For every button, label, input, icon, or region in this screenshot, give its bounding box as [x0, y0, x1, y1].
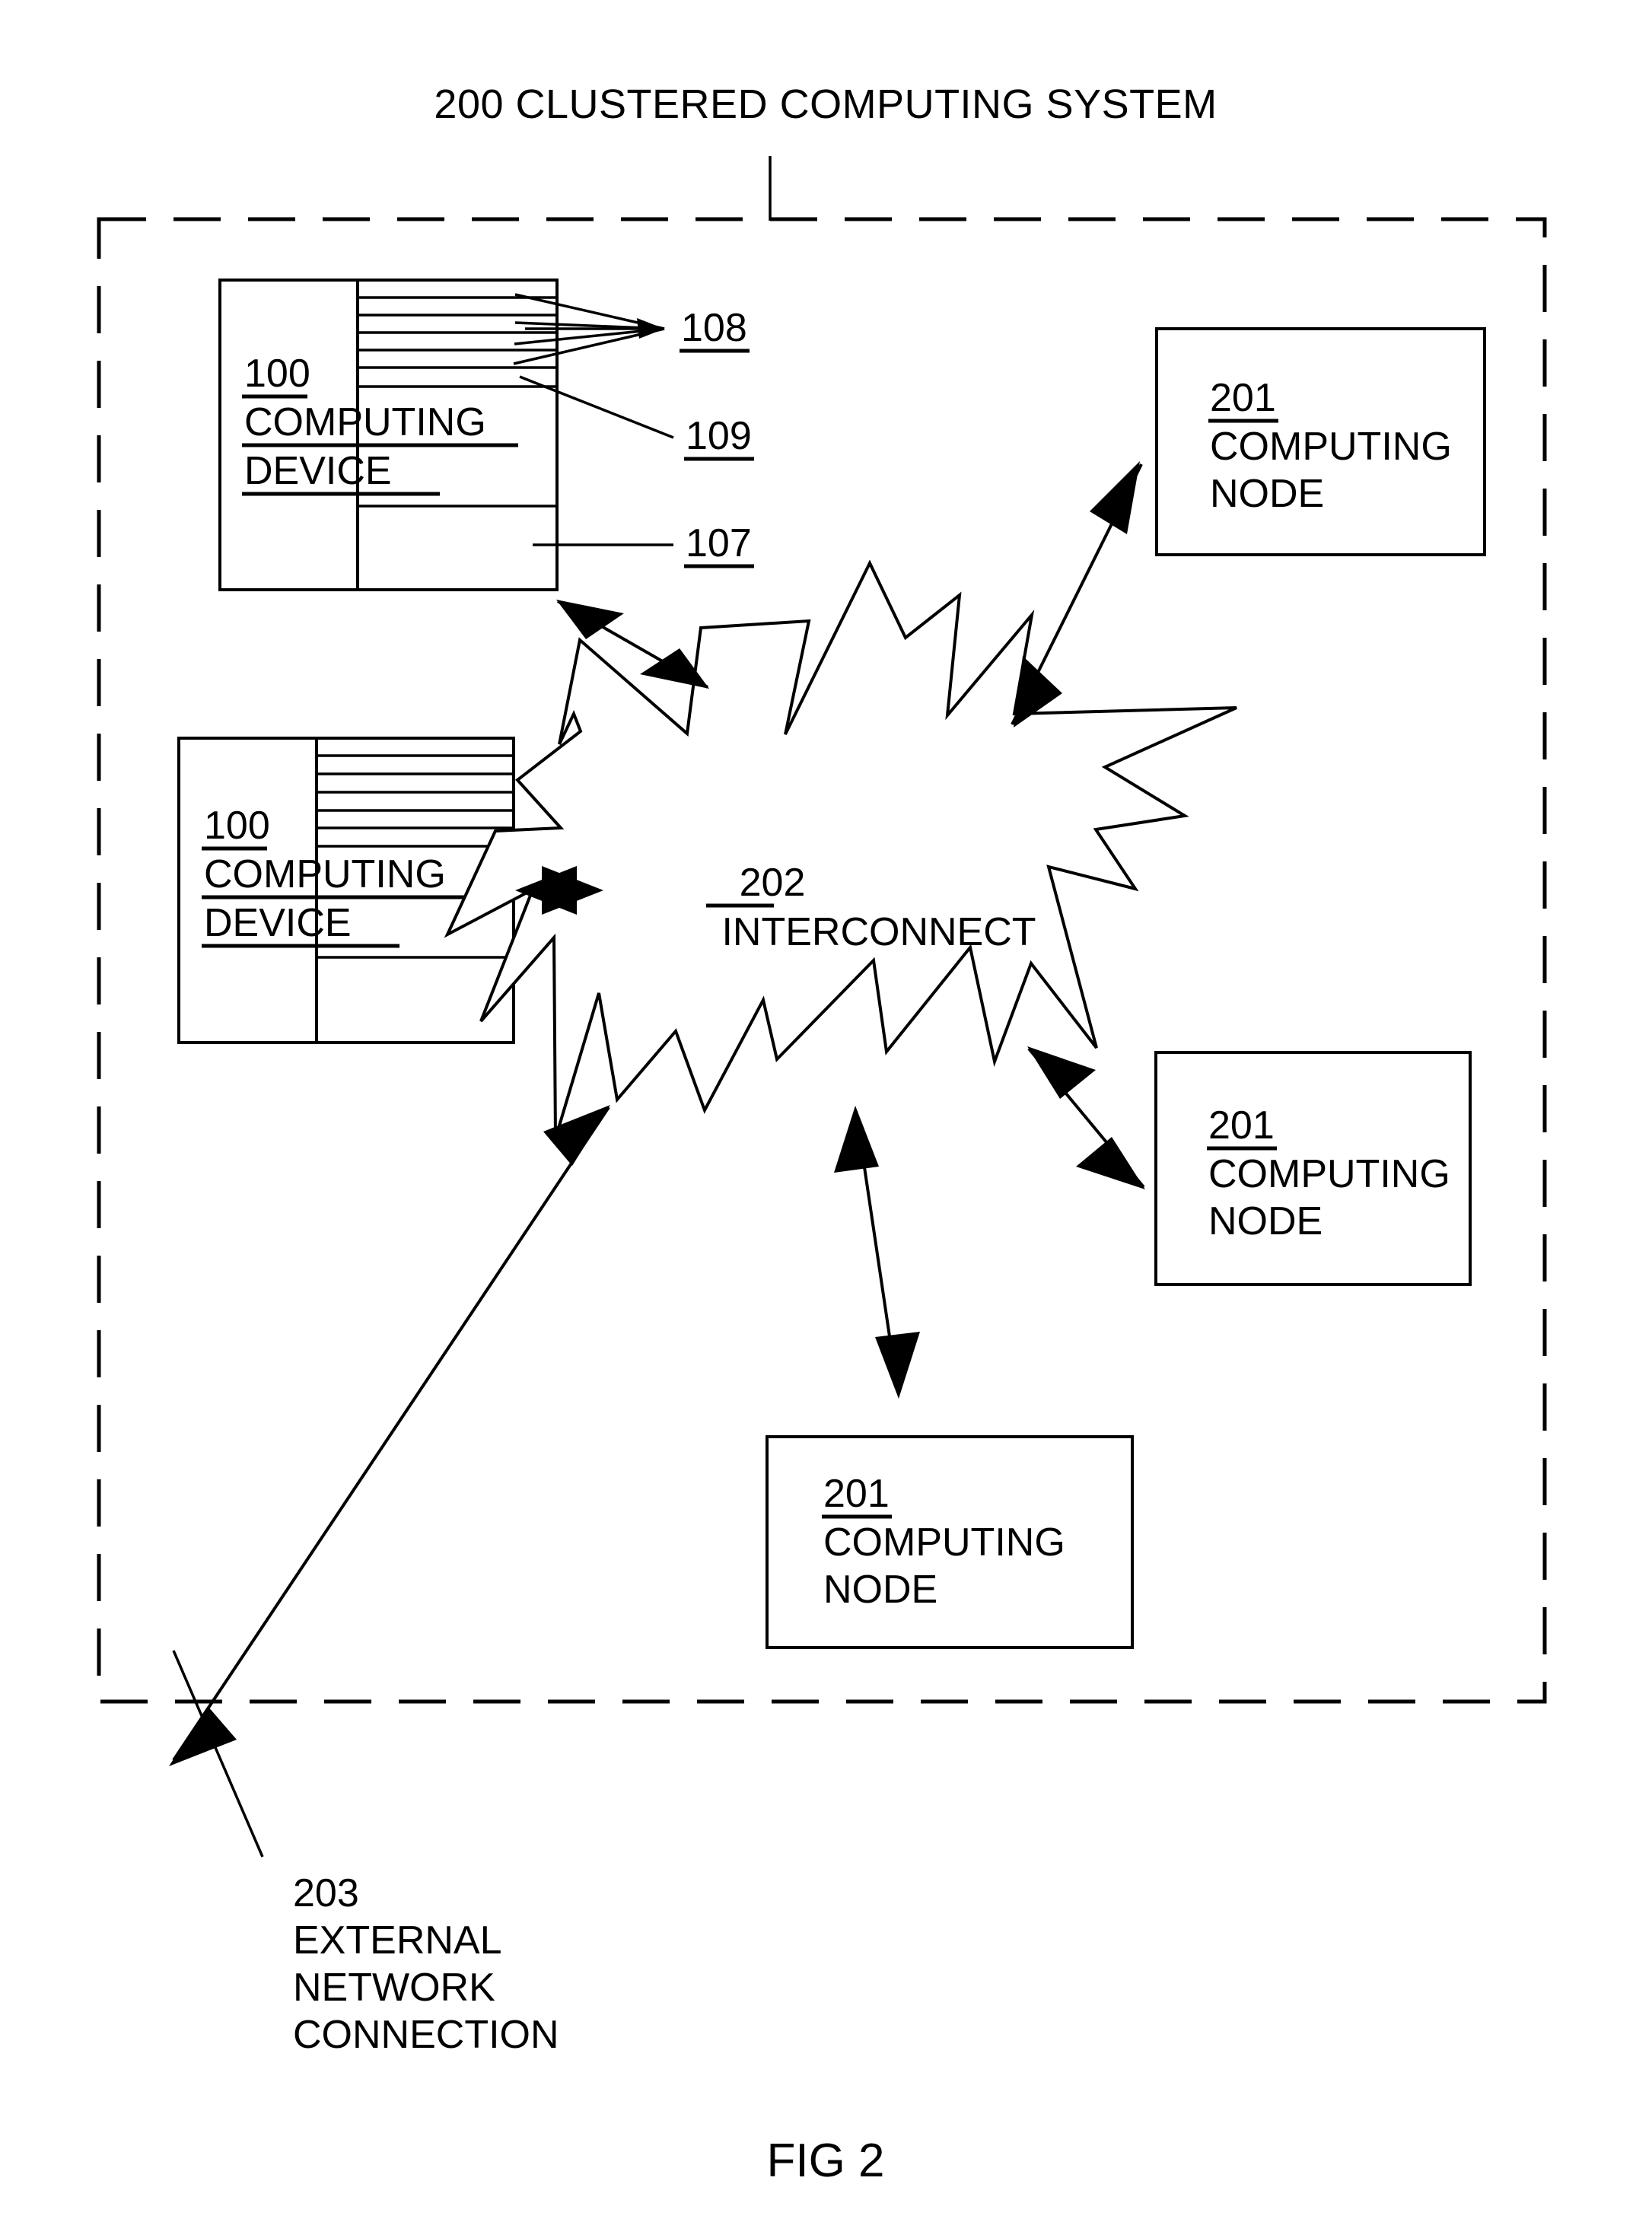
arrow-interconnect-node3 — [834, 1106, 920, 1399]
node-1-name-line1: COMPUTING — [1210, 425, 1452, 469]
computing-device-1[interactable]: 100 COMPUTING DEVICE — [218, 279, 559, 591]
callout-108-leaders — [513, 293, 665, 365]
device-1-name-line2: DEVICE — [244, 449, 392, 493]
device-2-name-line2: DEVICE — [204, 901, 352, 945]
node-2-name-line2: NODE — [1208, 1199, 1323, 1243]
node-3-ref: 201 — [823, 1472, 890, 1516]
node-1-name-line2: NODE — [1210, 472, 1324, 516]
external-connection-line3: CONNECTION — [293, 2013, 559, 2057]
node-3-name-line1: COMPUTING — [823, 1520, 1065, 1565]
arrow-external-network-connection — [169, 1105, 610, 1766]
figure-label: FIG 2 — [766, 2135, 884, 2187]
node-1-ref: 201 — [1210, 376, 1276, 420]
node-2-name-line1: COMPUTING — [1208, 1152, 1450, 1196]
device-1-lower-panel — [356, 505, 559, 591]
device-2-lower-panel — [315, 956, 515, 1044]
computing-node-2[interactable]: 201 COMPUTING NODE — [1154, 1051, 1472, 1286]
interconnect-starburst[interactable] — [444, 559, 1237, 1139]
external-connection-line1: EXTERNAL — [293, 1918, 502, 1963]
interconnect-ref: 202 — [740, 861, 806, 905]
device-1-ref: 100 — [244, 352, 310, 396]
device-2-name-line1: COMPUTING — [204, 852, 446, 896]
external-connection-line2: NETWORK — [293, 1966, 495, 2010]
device-1-name-line1: COMPUTING — [244, 400, 486, 444]
computing-node-1[interactable]: 201 COMPUTING NODE — [1155, 327, 1486, 556]
callout-109-label: 109 — [686, 414, 752, 458]
figure-page: 200 CLUSTERED COMPUTING SYSTEM 100 COMPU… — [0, 0, 1652, 2235]
callout-108-arrowhead — [637, 318, 664, 339]
callout-108-label: 108 — [681, 306, 747, 350]
callout-109-leader — [519, 375, 674, 439]
external-connection-ref: 203 — [293, 1871, 359, 1915]
computing-device-2[interactable]: 100 COMPUTING DEVICE — [177, 737, 515, 1044]
node-3-name-line2: NODE — [823, 1568, 937, 1612]
interconnect-label: INTERCONNECT — [721, 910, 1036, 954]
computing-node-3[interactable]: 201 COMPUTING NODE — [766, 1435, 1134, 1649]
arrow-interconnect-node1 — [1011, 461, 1143, 727]
callout-107-label: 107 — [686, 521, 752, 565]
device-2-ref: 100 — [204, 804, 270, 848]
figure-title: 200 CLUSTERED COMPUTING SYSTEM — [434, 81, 1217, 127]
patent-figure-2: 200 CLUSTERED COMPUTING SYSTEM 100 COMPU… — [97, 81, 1547, 2187]
arrow-interconnect-node2 — [1027, 1046, 1145, 1189]
node-2-ref: 201 — [1208, 1103, 1275, 1148]
